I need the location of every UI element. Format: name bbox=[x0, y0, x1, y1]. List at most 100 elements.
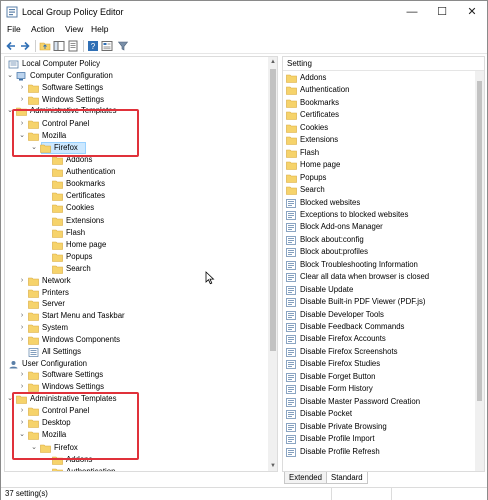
list-item-label: Disable Private Browsing bbox=[300, 421, 387, 431]
back-arrow-icon[interactable] bbox=[5, 40, 17, 52]
list-scroll-thumb[interactable] bbox=[477, 81, 482, 401]
tree-item-label: Software Settings bbox=[42, 370, 104, 379]
list-item[interactable]: Popups bbox=[283, 172, 484, 184]
policy-setting-icon bbox=[286, 260, 296, 270]
user-config-icon bbox=[9, 361, 18, 369]
chevron-right-icon[interactable]: › bbox=[18, 322, 26, 334]
policy-setting-icon bbox=[286, 298, 296, 307]
folder-icon bbox=[52, 253, 63, 262]
tree-item-label: Local Computer Policy bbox=[22, 59, 101, 68]
list-item[interactable]: Disable Profile Import bbox=[283, 433, 484, 445]
menu-view[interactable]: View bbox=[65, 24, 83, 34]
minimize-button[interactable]: — bbox=[397, 1, 427, 23]
tree-item-label: Popups bbox=[66, 252, 93, 261]
chevron-right-icon[interactable]: › bbox=[18, 334, 26, 346]
menu-action[interactable]: Action bbox=[31, 24, 55, 34]
folder-icon bbox=[52, 265, 63, 274]
list-item-label: Disable Firefox Screenshots bbox=[300, 346, 398, 356]
folder-icon bbox=[52, 156, 63, 165]
list-item-label: Disable Master Password Creation bbox=[300, 396, 421, 406]
svg-text:?: ? bbox=[91, 42, 96, 51]
policy-setting-icon bbox=[286, 273, 296, 283]
folder-icon bbox=[28, 336, 39, 345]
properties-icon[interactable] bbox=[101, 40, 113, 52]
list-item[interactable]: Disable Built-in PDF Viewer (PDF.js) bbox=[283, 296, 484, 308]
list-item-label: Addons bbox=[300, 73, 327, 82]
list-item[interactable]: Disable Firefox Screenshots bbox=[283, 346, 484, 358]
list-item-label: Disable Built-in PDF Viewer (PDF.js) bbox=[300, 297, 426, 307]
chevron-right-icon[interactable]: › bbox=[18, 94, 26, 106]
tree-item-label: Windows Components bbox=[42, 335, 121, 344]
tree-scroll-thumb[interactable] bbox=[270, 69, 276, 351]
policy-setting-icon bbox=[286, 198, 296, 208]
list-item[interactable]: Cookies bbox=[283, 122, 484, 134]
list-item[interactable]: Disable Firefox Studies bbox=[283, 358, 484, 370]
list-item-label: Disable Profile Import bbox=[300, 434, 375, 444]
list-item[interactable]: Blocked websites bbox=[283, 197, 484, 209]
chevron-down-icon[interactable]: ⌄ bbox=[5, 358, 6, 370]
list-item[interactable]: Bookmarks bbox=[283, 97, 484, 109]
folder-icon bbox=[28, 96, 39, 105]
list-item[interactable]: Disable Master Password Creation bbox=[283, 396, 484, 408]
policy-setting-icon bbox=[286, 410, 296, 419]
tree-item-label: Bookmarks bbox=[66, 179, 105, 188]
column-header-setting[interactable]: Setting bbox=[283, 57, 484, 71]
list-item[interactable]: Flash bbox=[283, 147, 484, 159]
folder-icon bbox=[286, 124, 297, 133]
view-tabs: Extended Standard bbox=[282, 472, 485, 484]
list-item-label: Disable Forget Button bbox=[300, 371, 376, 381]
folder-icon bbox=[286, 87, 297, 96]
list-item[interactable]: Certificates bbox=[283, 109, 484, 121]
list-item[interactable]: Search bbox=[283, 184, 484, 196]
filter-icon[interactable] bbox=[117, 40, 129, 52]
list-item[interactable]: Home page bbox=[283, 159, 484, 171]
list-item[interactable]: Disable Forget Button bbox=[283, 371, 484, 383]
list-item[interactable]: Disable Developer Tools bbox=[283, 309, 484, 321]
list-scrollbar[interactable] bbox=[475, 71, 484, 471]
list-item[interactable]: Extensions bbox=[283, 134, 484, 146]
list-item[interactable]: Disable Profile Refresh bbox=[283, 446, 484, 458]
tree-item-label: Certificates bbox=[66, 191, 105, 200]
settings-list-pane[interactable]: Setting Addons Authentication Bookmarks Cer… bbox=[282, 56, 485, 472]
list-item[interactable]: Authentication bbox=[283, 84, 484, 96]
list-item[interactable]: Disable Private Browsing bbox=[283, 421, 484, 433]
list-item[interactable]: Clear all data when browser is closed bbox=[283, 271, 484, 283]
list-item[interactable]: Disable Form History bbox=[283, 383, 484, 395]
list-item[interactable]: Block Troubleshooting Information bbox=[283, 259, 484, 271]
menu-file[interactable]: File bbox=[7, 24, 21, 34]
tab-standard[interactable]: Standard bbox=[326, 472, 368, 484]
list-item[interactable]: Disable Pocket bbox=[283, 408, 484, 420]
tree-scrollbar[interactable]: ▲ ▼ bbox=[268, 57, 277, 471]
mouse-cursor-icon bbox=[205, 271, 215, 285]
forward-arrow-icon[interactable] bbox=[19, 40, 31, 52]
highlight-computer-admin-templates bbox=[12, 109, 139, 157]
list-item-label: Block about:config bbox=[300, 234, 364, 244]
maximize-button[interactable]: ☐ bbox=[427, 1, 457, 23]
policy-setting-icon bbox=[286, 422, 296, 432]
up-folder-icon[interactable] bbox=[39, 40, 51, 52]
list-item[interactable]: Block Add-ons Manager bbox=[283, 221, 484, 233]
chevron-down-icon[interactable]: ⌄ bbox=[6, 70, 14, 82]
menu-help[interactable]: Help bbox=[91, 24, 108, 34]
list-item[interactable]: Disable Firefox Accounts bbox=[283, 333, 484, 345]
list-item[interactable]: Block about:profiles bbox=[283, 246, 484, 258]
list-item[interactable]: Addons bbox=[283, 72, 484, 84]
list-item-label: Disable Pocket bbox=[300, 409, 353, 419]
chevron-right-icon[interactable]: › bbox=[18, 369, 26, 381]
list-item[interactable]: Disable Update bbox=[283, 284, 484, 296]
chevron-right-icon[interactable]: › bbox=[18, 275, 26, 287]
show-hide-tree-icon[interactable] bbox=[53, 40, 65, 52]
chevron-right-icon[interactable]: › bbox=[18, 310, 26, 322]
tree-item-label: Home page bbox=[66, 240, 107, 249]
scroll-up-arrow-icon[interactable]: ▲ bbox=[268, 57, 277, 67]
list-item[interactable]: Exceptions to blocked websites bbox=[283, 209, 484, 221]
folder-icon bbox=[52, 241, 63, 250]
tab-extended[interactable]: Extended bbox=[284, 472, 327, 484]
close-button[interactable]: ✕ bbox=[457, 1, 487, 23]
list-item[interactable]: Disable Feedback Commands bbox=[283, 321, 484, 333]
list-item[interactable]: Block about:config bbox=[283, 234, 484, 246]
chevron-right-icon[interactable]: › bbox=[18, 82, 26, 94]
scroll-down-arrow-icon[interactable]: ▼ bbox=[268, 461, 277, 471]
export-list-icon[interactable] bbox=[67, 40, 79, 52]
help-icon[interactable]: ? bbox=[87, 40, 99, 52]
